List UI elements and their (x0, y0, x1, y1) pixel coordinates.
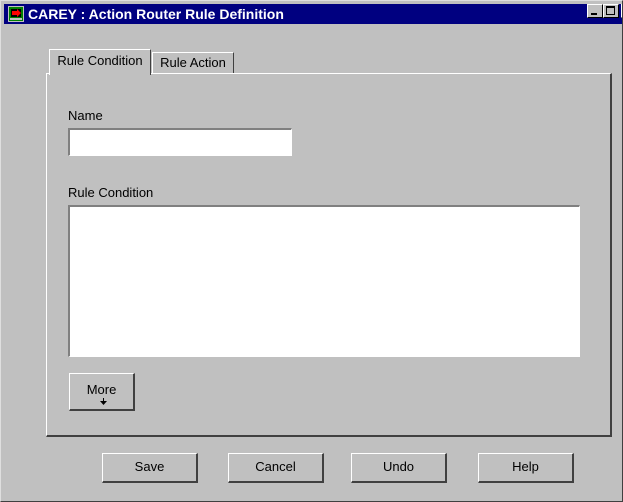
minimize-button[interactable] (587, 4, 603, 18)
maximize-icon (606, 6, 615, 15)
maximize-button[interactable] (603, 4, 619, 18)
undo-label: Undo (382, 459, 415, 474)
tab-panel: Name Rule Condition More (46, 73, 612, 437)
undo-button[interactable]: Undo (351, 453, 447, 483)
tab-rule-action[interactable]: Rule Action (152, 52, 234, 74)
rule-condition-textarea[interactable] (68, 205, 580, 357)
dialog-window: CAREY : Action Router Rule Definition Ru… (0, 0, 623, 502)
rule-condition-label: Rule Condition (68, 185, 154, 200)
title-bar[interactable]: CAREY : Action Router Rule Definition (4, 4, 622, 24)
minimize-icon (591, 13, 597, 15)
window-title: CAREY : Action Router Rule Definition (28, 6, 284, 22)
more-button[interactable]: More (69, 373, 135, 411)
name-label: Name (68, 108, 103, 123)
tab-label: Rule Condition (57, 53, 143, 68)
cancel-label: Cancel (255, 459, 296, 474)
help-button[interactable]: Help (478, 453, 574, 483)
save-button[interactable]: Save (102, 453, 198, 483)
save-label: Save (134, 459, 165, 474)
cancel-button[interactable]: Cancel (228, 453, 324, 483)
tab-rule-condition[interactable]: Rule Condition (49, 49, 151, 75)
app-icon[interactable] (8, 6, 24, 22)
chevron-down-icon (100, 394, 107, 409)
help-label: Help (512, 459, 539, 474)
name-field[interactable] (68, 128, 292, 156)
tab-label: Rule Action (160, 55, 226, 70)
